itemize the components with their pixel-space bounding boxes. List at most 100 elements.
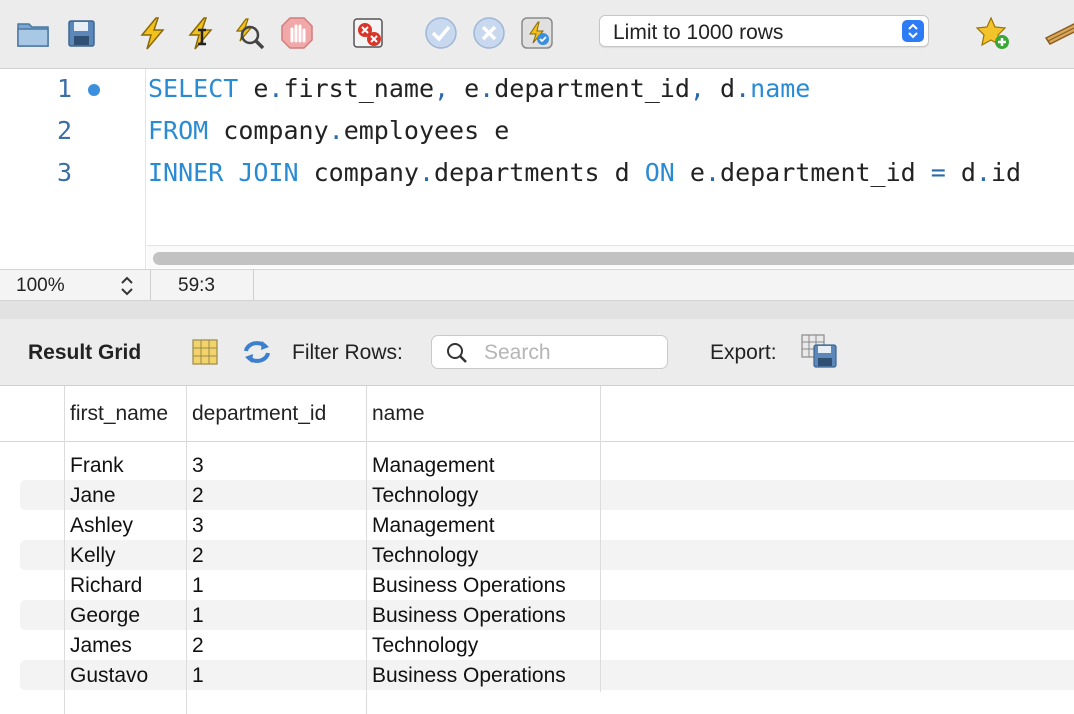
toggle-error-icon[interactable] (350, 14, 388, 52)
table-cell[interactable]: 1 (192, 604, 204, 628)
sql-token: employees e (343, 116, 510, 145)
explain-icon[interactable] (230, 14, 268, 52)
table-cell[interactable]: Richard (70, 574, 142, 598)
result-grid[interactable]: first_name department_id name Frank 3 Mana… (0, 386, 1074, 714)
code-line[interactable]: FROM company.employees e (148, 116, 509, 145)
column-divider (366, 386, 367, 714)
column-header-name[interactable]: name (372, 402, 425, 426)
limit-rows-select[interactable]: Limit to 1000 rows (599, 15, 929, 47)
cursor-position-label: 59:3 (178, 275, 215, 296)
table-cell[interactable]: George (70, 604, 140, 628)
beautify-icon[interactable] (1042, 14, 1074, 52)
add-snippet-icon[interactable] (974, 14, 1012, 52)
table-row[interactable]: James 2 Technology (0, 630, 1074, 660)
filter-rows-label: Filter Rows: (292, 341, 403, 364)
export-icon[interactable] (800, 333, 840, 369)
table-cell[interactable]: 2 (192, 634, 204, 658)
scrollbar-thumb[interactable] (153, 252, 1074, 265)
table-cell[interactable]: 1 (192, 574, 204, 598)
sql-token: d (704, 74, 736, 103)
sql-token: first_name (283, 74, 434, 103)
table-cell[interactable]: Management (372, 514, 495, 538)
table-row[interactable]: Jane 2 Technology (0, 480, 1074, 510)
column-divider (186, 386, 187, 714)
table-cell[interactable]: James (70, 634, 132, 658)
table-cell[interactable]: 2 (192, 544, 204, 568)
sql-token: department_id (720, 158, 931, 187)
table-cell[interactable]: Kelly (70, 544, 116, 568)
table-cell[interactable]: Business Operations (372, 664, 566, 688)
table-row[interactable]: George 1 Business Operations (0, 600, 1074, 630)
filter-search-box[interactable] (431, 335, 668, 369)
refresh-icon[interactable] (240, 337, 274, 367)
column-header-first-name[interactable]: first_name (70, 402, 168, 426)
open-folder-icon[interactable] (14, 14, 52, 52)
table-cell[interactable]: 2 (192, 484, 204, 508)
sql-keyword: JOIN (238, 158, 299, 187)
table-cell[interactable]: Frank (70, 454, 124, 478)
sql-token: e (674, 158, 705, 187)
chevron-updown-icon (902, 20, 924, 42)
table-cell[interactable]: Technology (372, 634, 478, 658)
rollback-icon[interactable] (470, 14, 508, 52)
sql-keyword: ON (644, 158, 675, 187)
table-row[interactable]: Richard 1 Business Operations (0, 570, 1074, 600)
sql-token: company (208, 116, 329, 145)
sql-operator: . (479, 74, 495, 103)
panel-splitter[interactable] (0, 301, 1074, 319)
column-divider (64, 386, 65, 714)
sql-operator: = (930, 158, 946, 187)
row-stripe (20, 480, 1074, 510)
table-cell[interactable]: 3 (192, 454, 204, 478)
sql-keyword: SELECT (148, 74, 239, 103)
table-cell[interactable]: Business Operations (372, 574, 566, 598)
table-cell[interactable]: Technology (372, 484, 478, 508)
cursor-position: 59:3 (151, 270, 254, 300)
sql-operator: . (975, 158, 991, 187)
table-row[interactable]: Frank 3 Management (0, 450, 1074, 480)
row-stripe (20, 540, 1074, 570)
line-number: 3 (56, 158, 72, 187)
table-row[interactable]: Kelly 2 Technology (0, 540, 1074, 570)
table-cell[interactable]: 1 (192, 664, 204, 688)
editor-status-bar: 100% 59:3 (0, 269, 1074, 301)
sql-token: d (945, 158, 976, 187)
table-row[interactable]: Gustavo 1 Business Operations (0, 660, 1074, 690)
search-input[interactable] (482, 339, 661, 367)
save-icon[interactable] (62, 14, 100, 52)
horizontal-scrollbar[interactable] (147, 245, 1074, 268)
line-number: 2 (56, 116, 72, 145)
grid-header: first_name department_id name (0, 386, 1074, 442)
table-cell[interactable]: Management (372, 454, 495, 478)
autocommit-icon[interactable] (518, 14, 556, 52)
table-cell[interactable]: Business Operations (372, 604, 566, 628)
sql-editor[interactable]: 1 2 3 SELECT e.first_name, e.department_… (0, 69, 1074, 269)
table-cell[interactable]: 3 (192, 514, 204, 538)
grid-layout-icon[interactable] (190, 337, 220, 367)
code-line[interactable]: INNER JOIN company.departments d ON e.de… (148, 158, 1021, 187)
execute-current-icon[interactable] (182, 14, 220, 52)
execute-icon[interactable] (134, 14, 172, 52)
sql-token: departments d (434, 158, 645, 187)
line-gutter: 1 2 3 (0, 69, 146, 269)
column-header-department-id[interactable]: department_id (192, 402, 326, 426)
zoom-control[interactable]: 100% (0, 270, 151, 300)
zoom-level: 100% (16, 275, 65, 296)
sql-token: e (238, 74, 269, 103)
stepper-icon[interactable] (118, 274, 136, 298)
result-toolbar: Result Grid Filter Rows: Export: (0, 319, 1074, 386)
code-line[interactable]: SELECT e.first_name, e.department_id, d.… (148, 74, 810, 103)
sql-token: company (298, 158, 419, 187)
table-cell[interactable]: Ashley (70, 514, 133, 538)
export-label: Export: (710, 341, 777, 364)
table-cell[interactable]: Jane (70, 484, 116, 508)
commit-icon[interactable] (422, 14, 460, 52)
table-cell[interactable]: Gustavo (70, 664, 148, 688)
main-toolbar: Limit to 1000 rows (0, 0, 1074, 69)
table-row[interactable]: Ashley 3 Management (0, 510, 1074, 540)
sql-operator: . (704, 158, 721, 187)
sql-operator: . (268, 74, 284, 103)
stop-icon[interactable] (278, 14, 316, 52)
table-cell[interactable]: Technology (372, 544, 478, 568)
